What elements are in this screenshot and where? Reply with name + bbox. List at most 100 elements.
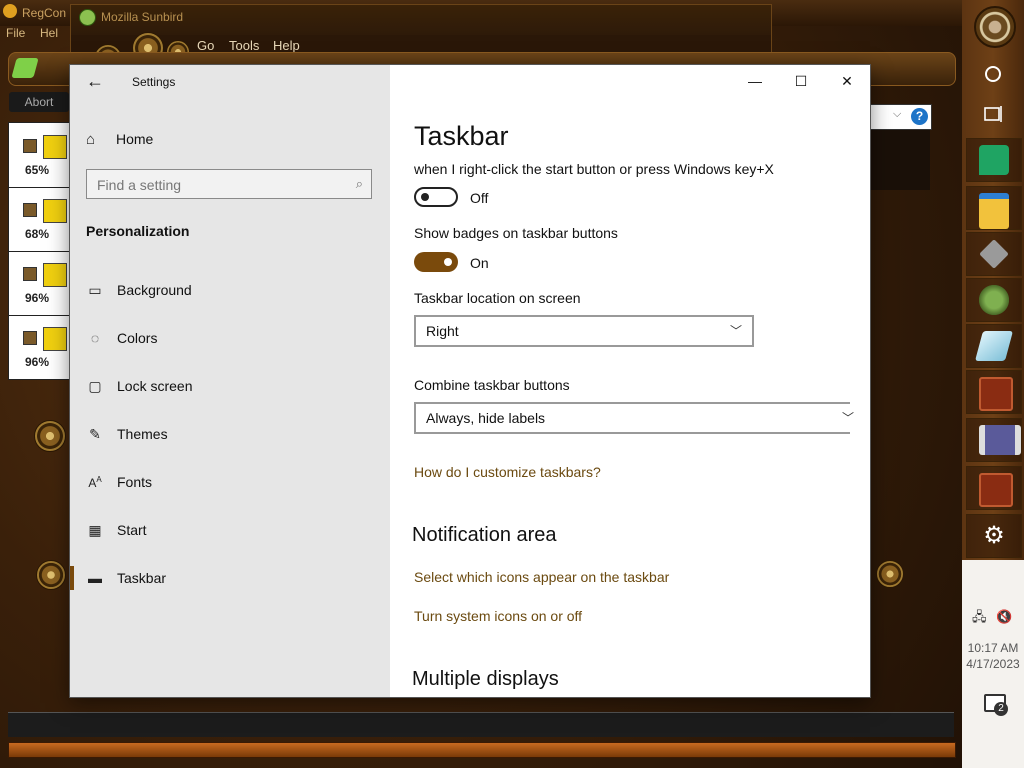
- sunbird-menu-go[interactable]: Go: [197, 38, 214, 53]
- taskbar-app-tools[interactable]: [966, 232, 1022, 276]
- taskbar-app-glass[interactable]: [966, 324, 1022, 368]
- package-icon: [43, 199, 67, 223]
- start-gear-icon[interactable]: [974, 6, 1016, 48]
- search-button[interactable]: [971, 54, 1015, 94]
- taskbar-app-settings[interactable]: ⚙: [966, 514, 1022, 558]
- settings-window: ← Settings ⌂ Home Find a setting ⌕ Perso…: [70, 65, 870, 697]
- badges-label: Show badges on taskbar buttons: [414, 225, 618, 241]
- taskbar-app-film[interactable]: [966, 418, 1022, 462]
- list-item[interactable]: 68%: [9, 187, 71, 252]
- menu-file[interactable]: File: [6, 26, 25, 40]
- system-icons-link[interactable]: Turn system icons on or off: [414, 608, 582, 624]
- gear-decoration-icon: [876, 560, 904, 588]
- window-app-icon: [979, 377, 1013, 411]
- settings-main: — ☐ ✕ Taskbar when I right-click the sta…: [390, 65, 870, 697]
- lock-screen-icon: ▢: [88, 377, 102, 394]
- taskbar-app-hangouts[interactable]: [966, 138, 1022, 182]
- notification-count-badge: 2: [994, 702, 1008, 716]
- badges-toggle[interactable]: [414, 252, 458, 272]
- list-item[interactable]: 96%: [9, 315, 71, 380]
- task-view-icon: [984, 106, 1002, 122]
- volume-muted-icon[interactable]: 🔇: [996, 609, 1012, 624]
- sidebar-item-fonts[interactable]: AA Fonts: [70, 462, 390, 502]
- sidebar-item-lock-screen[interactable]: ▢ Lock screen: [70, 366, 390, 406]
- help-icon[interactable]: ?: [911, 108, 928, 125]
- gear-decoration-icon: [36, 560, 66, 590]
- taskbar-location-select[interactable]: Right ﹀: [414, 315, 754, 347]
- badges-toggle-state: On: [470, 255, 489, 271]
- glass-app-icon: [974, 331, 1014, 361]
- sunbird-title: Mozilla Sunbird: [101, 10, 184, 24]
- start-icon: ▦: [88, 521, 102, 538]
- progress-percent: 68%: [25, 227, 50, 241]
- checkbox[interactable]: [23, 203, 37, 217]
- download-list: 65% 68% 96% 96%: [8, 122, 72, 380]
- list-item[interactable]: 96%: [9, 251, 71, 316]
- search-input[interactable]: Find a setting ⌕: [86, 169, 372, 199]
- maximize-icon[interactable]: ☐: [778, 65, 824, 97]
- combine-label: Combine taskbar buttons: [414, 377, 570, 393]
- minimize-icon[interactable]: —: [732, 65, 778, 97]
- tray-icons: 🖧 🔇: [972, 608, 1012, 630]
- sidebar-item-label: Taskbar: [117, 570, 167, 586]
- taskbar-icon: ▬: [88, 570, 102, 586]
- checkbox[interactable]: [23, 267, 37, 281]
- themes-icon: ✎: [89, 425, 101, 442]
- chevron-down-icon: ⌵: [893, 108, 902, 120]
- gear-icon: ⚙: [983, 522, 1005, 549]
- background-dropdown[interactable]: ⌵ ?: [870, 104, 932, 130]
- sidebar-item-themes[interactable]: ✎ Themes: [70, 414, 390, 454]
- progress-percent: 65%: [25, 163, 50, 177]
- select-icons-link[interactable]: Select which icons appear on the taskbar: [414, 569, 669, 585]
- sidebar-item-background[interactable]: ▭ Background: [70, 270, 390, 310]
- location-label: Taskbar location on screen: [414, 290, 581, 306]
- progress-percent: 96%: [25, 291, 50, 305]
- list-item[interactable]: 65%: [9, 123, 71, 188]
- powershell-toggle-state: Off: [470, 190, 489, 206]
- taskbar-app-window-1[interactable]: [966, 370, 1022, 414]
- fonts-icon: AA: [88, 474, 102, 490]
- window-controls: — ☐ ✕: [732, 65, 870, 97]
- sunbird-menu-help[interactable]: Help: [273, 38, 300, 53]
- notification-area-heading: Notification area: [412, 524, 557, 546]
- network-icon[interactable]: 🖧: [972, 609, 987, 624]
- package-icon: [43, 135, 67, 159]
- clock[interactable]: 10:17 AM 4/17/2023: [962, 640, 1024, 672]
- file-explorer-icon: [979, 193, 1009, 229]
- taskbar-location-value: Right: [426, 323, 459, 339]
- sidebar-item-label: Background: [117, 282, 192, 298]
- search-icon: ⌕: [355, 176, 363, 191]
- powershell-toggle[interactable]: [414, 187, 458, 207]
- combine-buttons-select[interactable]: Always, hide labels ﹀: [414, 402, 854, 434]
- close-icon[interactable]: ✕: [824, 65, 870, 97]
- system-tray: 🖧 🔇 10:17 AM 4/17/2023 2: [962, 560, 1024, 768]
- abort-button[interactable]: Abort: [9, 92, 69, 112]
- sidebar-item-label: Themes: [117, 426, 168, 442]
- sidebar-item-taskbar[interactable]: ▬ Taskbar: [70, 558, 390, 598]
- sunbird-logo-icon: [79, 9, 96, 26]
- customize-taskbars-link[interactable]: How do I customize taskbars?: [414, 464, 601, 480]
- back-arrow-icon[interactable]: ←: [86, 71, 104, 92]
- settings-sidebar: ← Settings ⌂ Home Find a setting ⌕ Perso…: [70, 65, 390, 697]
- sunbird-menu-tools[interactable]: Tools: [229, 38, 259, 53]
- task-view-button[interactable]: [971, 94, 1015, 134]
- sidebar-item-start[interactable]: ▦ Start: [70, 510, 390, 550]
- sidebar-item-label: Fonts: [117, 474, 153, 490]
- home-icon: ⌂: [86, 130, 96, 148]
- sidebar-item-colors[interactable]: ◌ Colors: [70, 318, 390, 358]
- taskbar-app-explorer[interactable]: [966, 186, 1022, 230]
- taskbar-app-tree[interactable]: [966, 278, 1022, 322]
- menu-help[interactable]: Hel: [40, 26, 58, 40]
- home-nav-item[interactable]: ⌂ Home: [86, 129, 153, 149]
- background-statusbar: [8, 712, 954, 737]
- checkbox[interactable]: [23, 331, 37, 345]
- tree-app-icon: [979, 285, 1009, 315]
- checkbox[interactable]: [23, 139, 37, 153]
- clock-date: 4/17/2023: [966, 657, 1020, 671]
- taskbar-app-window-2[interactable]: [966, 466, 1022, 510]
- app-logo-icon: [3, 4, 17, 18]
- package-icon: [43, 263, 67, 287]
- tools-app-icon: [979, 239, 1009, 269]
- image-icon: ▭: [88, 281, 102, 298]
- multiple-displays-heading: Multiple displays: [412, 668, 559, 690]
